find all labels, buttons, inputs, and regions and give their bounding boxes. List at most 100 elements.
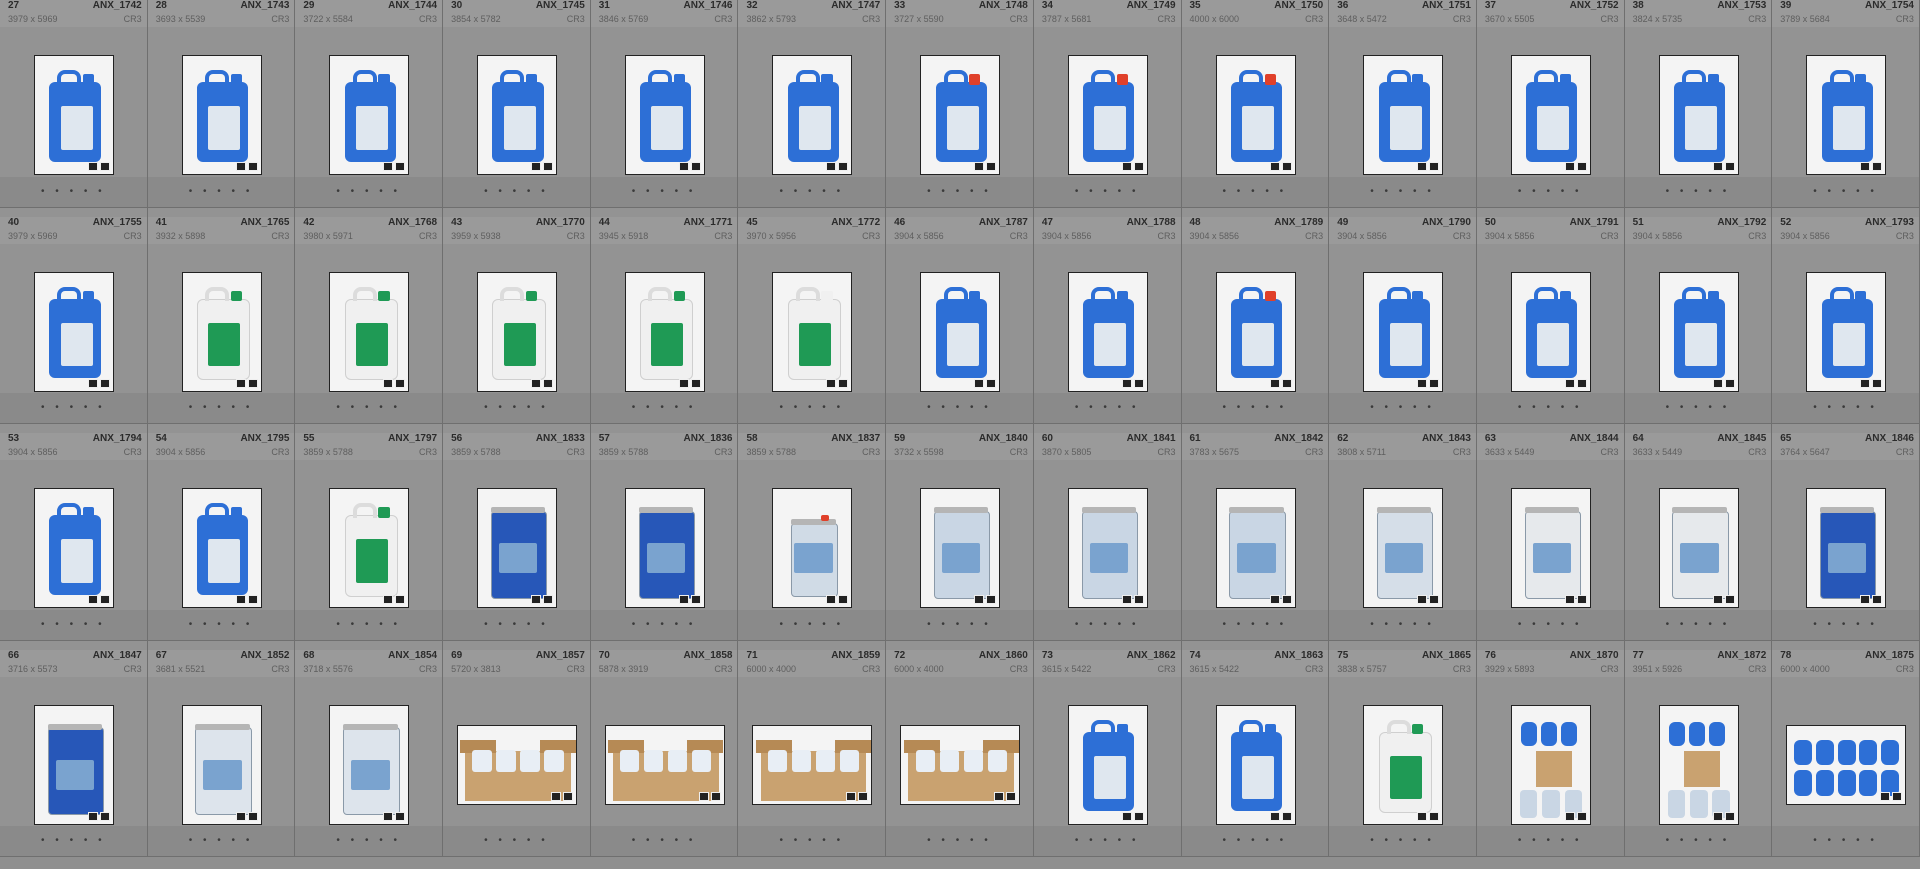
rating-dots[interactable]: • • • • • bbox=[738, 835, 885, 846]
thumbnail-cell[interactable]: 55 ANX_1797 3859 x 5788 CR3 • • • • • bbox=[295, 424, 444, 641]
thumbnail-image[interactable] bbox=[624, 488, 705, 608]
rating-dots[interactable]: • • • • • bbox=[1477, 402, 1624, 413]
rating-dots[interactable]: • • • • • bbox=[148, 186, 295, 197]
thumbnail-cell[interactable]: 76 ANX_1870 3929 x 5893 CR3 • • • • • bbox=[1476, 640, 1625, 857]
thumbnail-image[interactable] bbox=[772, 55, 853, 175]
thumbnail-cell[interactable]: 43 ANX_1770 3959 x 5938 CR3 • • • • • bbox=[443, 207, 591, 424]
rating-dots[interactable]: • • • • • bbox=[1625, 835, 1772, 846]
rating-dots[interactable]: • • • • • bbox=[148, 402, 295, 413]
thumbnail-image[interactable] bbox=[181, 55, 262, 175]
rating-dots[interactable]: • • • • • bbox=[1625, 186, 1772, 197]
thumbnail-cell[interactable]: 27 ANX_1742 3979 x 5969 CR3 • • • • • bbox=[0, 0, 148, 208]
thumbnail-image[interactable] bbox=[1806, 55, 1887, 175]
thumbnail-image[interactable] bbox=[1215, 704, 1296, 825]
thumbnail-cell[interactable]: 61 ANX_1842 3783 x 5675 CR3 • • • • • bbox=[1181, 424, 1330, 641]
rating-dots[interactable]: • • • • • bbox=[295, 186, 442, 197]
thumbnail-cell[interactable]: 30 ANX_1745 3854 x 5782 CR3 • • • • • bbox=[443, 0, 591, 208]
rating-dots[interactable]: • • • • • bbox=[1329, 835, 1476, 846]
thumbnail-image[interactable] bbox=[1067, 704, 1148, 825]
rating-dots[interactable]: • • • • • bbox=[1477, 186, 1624, 197]
thumbnail-cell[interactable]: 56 ANX_1833 3859 x 5788 CR3 • • • • • bbox=[443, 424, 591, 641]
thumbnail-cell[interactable]: 32 ANX_1747 3862 x 5793 CR3 • • • • • bbox=[738, 0, 887, 208]
thumbnail-cell[interactable]: 59 ANX_1840 3732 x 5598 CR3 • • • • • bbox=[886, 424, 1034, 641]
rating-dots[interactable]: • • • • • bbox=[1034, 619, 1181, 630]
thumbnail-image[interactable] bbox=[1067, 271, 1148, 392]
rating-dots[interactable]: • • • • • bbox=[738, 186, 885, 197]
rating-dots[interactable]: • • • • • bbox=[1182, 835, 1329, 846]
rating-dots[interactable]: • • • • • bbox=[1034, 186, 1181, 197]
rating-dots[interactable]: • • • • • bbox=[295, 402, 442, 413]
thumbnail-image[interactable] bbox=[1658, 271, 1739, 392]
thumbnail-cell[interactable]: 63 ANX_1844 3633 x 5449 CR3 • • • • • bbox=[1476, 424, 1625, 641]
thumbnail-image[interactable] bbox=[34, 271, 114, 392]
rating-dots[interactable]: • • • • • bbox=[443, 402, 590, 413]
thumbnail-image[interactable] bbox=[1786, 724, 1907, 805]
thumbnail-image[interactable] bbox=[329, 488, 410, 608]
thumbnail-cell[interactable]: 53 ANX_1794 3904 x 5856 CR3 • • • • • bbox=[0, 424, 148, 641]
thumbnail-cell[interactable]: 48 ANX_1789 3904 x 5856 CR3 • • • • • bbox=[1181, 207, 1330, 424]
rating-dots[interactable]: • • • • • bbox=[1182, 619, 1329, 630]
thumbnail-image[interactable] bbox=[1215, 55, 1296, 175]
thumbnail-cell[interactable]: 37 ANX_1752 3670 x 5505 CR3 • • • • • bbox=[1476, 0, 1625, 208]
thumbnail-cell[interactable]: 36 ANX_1751 3648 x 5472 CR3 • • • • • bbox=[1329, 0, 1477, 208]
rating-dots[interactable]: • • • • • bbox=[148, 835, 295, 846]
rating-dots[interactable]: • • • • • bbox=[591, 186, 738, 197]
thumbnail-cell[interactable]: 40 ANX_1755 3979 x 5969 CR3 • • • • • bbox=[0, 207, 148, 424]
thumbnail-image[interactable] bbox=[1658, 488, 1739, 608]
rating-dots[interactable]: • • • • • bbox=[0, 402, 147, 413]
thumbnail-cell[interactable]: 42 ANX_1768 3980 x 5971 CR3 • • • • • bbox=[295, 207, 444, 424]
thumbnail-image[interactable] bbox=[1363, 55, 1444, 175]
thumbnail-image[interactable] bbox=[181, 271, 262, 392]
rating-dots[interactable]: • • • • • bbox=[0, 835, 147, 846]
thumbnail-cell[interactable]: 62 ANX_1843 3808 x 5711 CR3 • • • • • bbox=[1329, 424, 1477, 641]
thumbnail-image[interactable] bbox=[920, 55, 1001, 175]
rating-dots[interactable]: • • • • • bbox=[1477, 619, 1624, 630]
thumbnail-cell[interactable]: 78 ANX_1875 6000 x 4000 CR3 • • • • • bbox=[1772, 640, 1920, 857]
thumbnail-image[interactable] bbox=[1510, 55, 1591, 175]
thumbnail-cell[interactable]: 29 ANX_1744 3722 x 5584 CR3 • • • • • bbox=[295, 0, 444, 208]
rating-dots[interactable]: • • • • • bbox=[0, 186, 147, 197]
thumbnail-image[interactable] bbox=[1363, 488, 1444, 608]
rating-dots[interactable]: • • • • • bbox=[1034, 402, 1181, 413]
rating-dots[interactable]: • • • • • bbox=[738, 402, 885, 413]
rating-dots[interactable]: • • • • • bbox=[1477, 835, 1624, 846]
thumbnail-image[interactable] bbox=[1806, 488, 1887, 608]
thumbnail-cell[interactable]: 52 ANX_1793 3904 x 5856 CR3 • • • • • bbox=[1772, 207, 1920, 424]
thumbnail-image[interactable] bbox=[181, 704, 262, 825]
thumbnail-cell[interactable]: 73 ANX_1862 3615 x 5422 CR3 • • • • • bbox=[1033, 640, 1182, 857]
thumbnail-image[interactable] bbox=[329, 55, 410, 175]
rating-dots[interactable]: • • • • • bbox=[738, 619, 885, 630]
thumbnail-cell[interactable]: 64 ANX_1845 3633 x 5449 CR3 • • • • • bbox=[1624, 424, 1773, 641]
thumbnail-image[interactable] bbox=[624, 55, 705, 175]
thumbnail-cell[interactable]: 54 ANX_1795 3904 x 5856 CR3 • • • • • bbox=[147, 424, 296, 641]
thumbnail-image[interactable] bbox=[772, 271, 853, 392]
thumbnail-cell[interactable]: 44 ANX_1771 3945 x 5918 CR3 • • • • • bbox=[590, 207, 739, 424]
thumbnail-cell[interactable]: 75 ANX_1865 3838 x 5757 CR3 • • • • • bbox=[1329, 640, 1477, 857]
thumbnail-cell[interactable]: 51 ANX_1792 3904 x 5856 CR3 • • • • • bbox=[1624, 207, 1773, 424]
rating-dots[interactable]: • • • • • bbox=[1772, 186, 1919, 197]
thumbnail-cell[interactable]: 60 ANX_1841 3870 x 5805 CR3 • • • • • bbox=[1033, 424, 1182, 641]
thumbnail-image[interactable] bbox=[1510, 704, 1591, 825]
rating-dots[interactable]: • • • • • bbox=[886, 402, 1033, 413]
thumbnail-image[interactable] bbox=[34, 55, 114, 175]
thumbnail-cell[interactable]: 39 ANX_1754 3789 x 5684 CR3 • • • • • bbox=[1772, 0, 1920, 208]
thumbnail-cell[interactable]: 72 ANX_1860 6000 x 4000 CR3 • • • • • bbox=[886, 640, 1034, 857]
thumbnail-image[interactable] bbox=[1363, 271, 1444, 392]
rating-dots[interactable]: • • • • • bbox=[443, 835, 590, 846]
thumbnail-cell[interactable]: 58 ANX_1837 3859 x 5788 CR3 • • • • • bbox=[738, 424, 887, 641]
thumbnail-image[interactable] bbox=[457, 724, 578, 805]
thumbnail-cell[interactable]: 68 ANX_1854 3718 x 5576 CR3 • • • • • bbox=[295, 640, 444, 857]
thumbnail-cell[interactable]: 38 ANX_1753 3824 x 5735 CR3 • • • • • bbox=[1624, 0, 1773, 208]
rating-dots[interactable]: • • • • • bbox=[1182, 402, 1329, 413]
thumbnail-cell[interactable]: 70 ANX_1858 5878 x 3919 CR3 • • • • • bbox=[590, 640, 739, 857]
thumbnail-cell[interactable]: 35 ANX_1750 4000 x 6000 CR3 • • • • • bbox=[1181, 0, 1330, 208]
thumbnail-cell[interactable]: 67 ANX_1852 3681 x 5521 CR3 • • • • • bbox=[147, 640, 296, 857]
rating-dots[interactable]: • • • • • bbox=[1625, 402, 1772, 413]
thumbnail-image[interactable] bbox=[920, 271, 1001, 392]
rating-dots[interactable]: • • • • • bbox=[1772, 835, 1919, 846]
thumbnail-cell[interactable]: 33 ANX_1748 3727 x 5590 CR3 • • • • • bbox=[886, 0, 1034, 208]
thumbnail-image[interactable] bbox=[920, 488, 1001, 608]
thumbnail-cell[interactable]: 74 ANX_1863 3615 x 5422 CR3 • • • • • bbox=[1181, 640, 1330, 857]
thumbnail-image[interactable] bbox=[1067, 488, 1148, 608]
rating-dots[interactable]: • • • • • bbox=[591, 619, 738, 630]
